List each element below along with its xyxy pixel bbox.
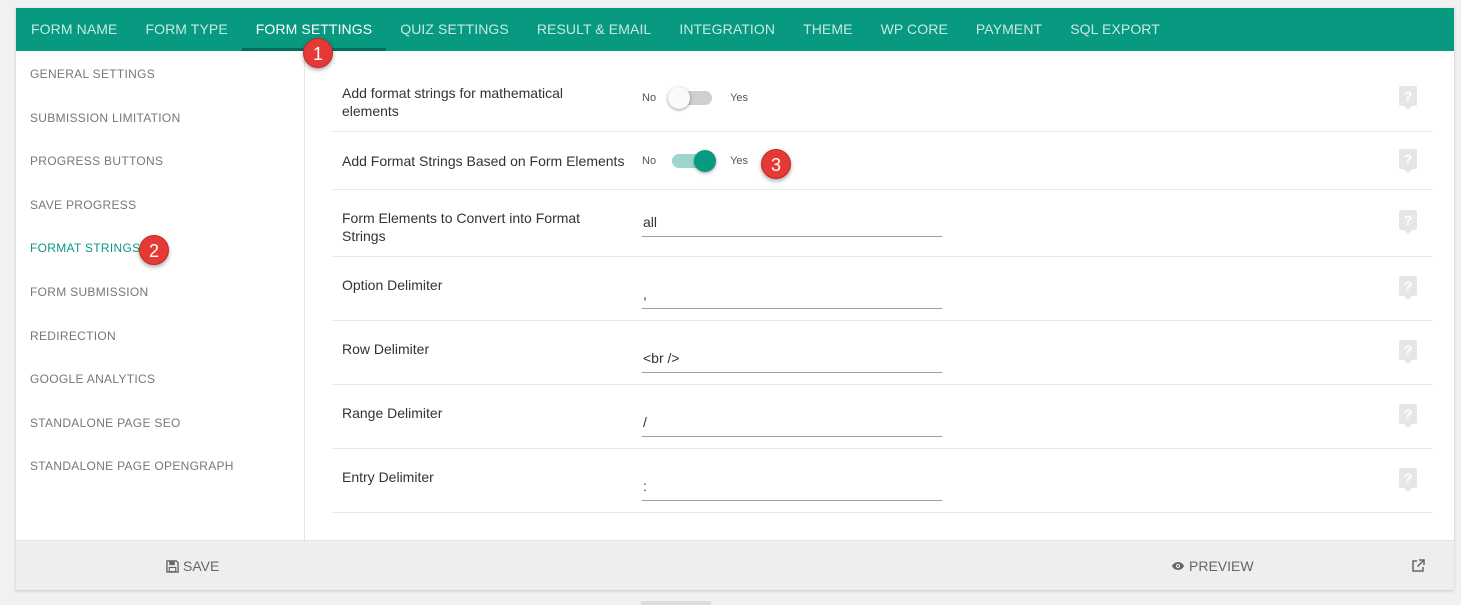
help-icon[interactable]: ? xyxy=(1399,404,1417,428)
save-icon xyxy=(166,559,179,573)
sidebar-item-progress-buttons[interactable]: PROGRESS BUTTONS xyxy=(16,138,304,182)
sidebar-item-save-progress[interactable]: SAVE PROGRESS xyxy=(16,182,304,226)
setting-label: Add Format Strings Based on Form Element… xyxy=(342,153,625,169)
entry-delimiter-input[interactable] xyxy=(642,471,942,501)
help-icon[interactable]: ? xyxy=(1399,468,1417,492)
setting-label: Form Elements to Convert into Format Str… xyxy=(342,210,581,244)
tab-theme[interactable]: THEME xyxy=(789,8,867,51)
sidebar-item-standalone-page-seo[interactable]: STANDALONE PAGE SEO xyxy=(16,400,304,444)
toggle-knob xyxy=(694,150,717,172)
tab-sql-export[interactable]: SQL EXPORT xyxy=(1056,8,1174,51)
preview-button-label: PREVIEW xyxy=(1189,558,1254,574)
toggle-yes-label: Yes xyxy=(730,92,749,104)
setting-label: Range Delimiter xyxy=(342,405,443,421)
toggle-group: No Yes xyxy=(642,150,749,172)
tab-quiz-settings[interactable]: QUIZ SETTINGS xyxy=(386,8,523,51)
sidebar-item-standalone-page-opengraph[interactable]: STANDALONE PAGE OPENGRAPH xyxy=(16,443,304,487)
setting-row-entry-delimiter: Entry Delimiter ? xyxy=(332,449,1433,513)
tab-form-type[interactable]: FORM TYPE xyxy=(131,8,241,51)
sidebar-item-redirection[interactable]: REDIRECTION xyxy=(16,313,304,357)
math-format-toggle[interactable] xyxy=(668,87,713,109)
tab-form-name[interactable]: FORM NAME xyxy=(17,8,131,51)
external-link-icon xyxy=(1411,559,1425,573)
tab-result-email[interactable]: RESULT & EMAIL xyxy=(523,8,665,51)
option-delimiter-input[interactable] xyxy=(642,279,942,309)
toggle-group: No Yes xyxy=(642,87,749,109)
help-icon[interactable]: ? xyxy=(1399,276,1417,300)
setting-label: Row Delimiter xyxy=(342,341,430,357)
tab-wp-core[interactable]: WP CORE xyxy=(867,8,962,51)
sidebar-item-google-analytics[interactable]: GOOGLE ANALYTICS xyxy=(16,356,304,400)
setting-row-math-format: Add format strings for mathematical elem… xyxy=(332,51,1433,132)
setting-label: Add format strings for mathematical elem… xyxy=(342,85,563,119)
top-tab-bar: FORM NAME FORM TYPE FORM SETTINGS QUIZ S… xyxy=(16,8,1454,51)
toggle-yes-label: Yes xyxy=(730,155,749,167)
help-icon[interactable]: ? xyxy=(1399,149,1417,173)
horizontal-scrollbar[interactable] xyxy=(641,601,711,605)
toggle-no-label: No xyxy=(642,155,657,167)
step-badge-3: 3 xyxy=(761,149,791,179)
toggle-no-label: No xyxy=(642,92,657,104)
bottom-action-bar: SAVE PREVIEW xyxy=(16,540,1454,590)
tab-payment[interactable]: PAYMENT xyxy=(962,8,1056,51)
setting-row-form-format: Add Format Strings Based on Form Element… xyxy=(332,132,1433,190)
sidebar-item-general-settings[interactable]: GENERAL SETTINGS xyxy=(16,51,304,95)
form-builder-panel: FORM NAME FORM TYPE FORM SETTINGS QUIZ S… xyxy=(16,8,1454,590)
row-delimiter-input[interactable] xyxy=(642,343,942,373)
help-icon[interactable]: ? xyxy=(1399,86,1417,110)
sidebar-item-form-submission[interactable]: FORM SUBMISSION xyxy=(16,269,304,313)
setting-row-convert-elements: Form Elements to Convert into Format Str… xyxy=(332,190,1433,257)
setting-row-row-delimiter: Row Delimiter ? xyxy=(332,321,1433,385)
form-format-toggle[interactable] xyxy=(672,150,717,172)
range-delimiter-input[interactable] xyxy=(642,407,942,437)
format-strings-settings: Add format strings for mathematical elem… xyxy=(332,51,1433,513)
toggle-knob xyxy=(668,87,691,109)
save-button[interactable]: SAVE xyxy=(166,541,219,591)
setting-label: Entry Delimiter xyxy=(342,469,434,485)
settings-sidebar: GENERAL SETTINGS SUBMISSION LIMITATION P… xyxy=(16,51,305,540)
step-badge-1: 1 xyxy=(303,38,333,68)
save-button-label: SAVE xyxy=(183,558,220,574)
convert-elements-input[interactable] xyxy=(642,207,942,237)
open-external-button[interactable] xyxy=(1411,541,1425,591)
sidebar-item-submission-limitation[interactable]: SUBMISSION LIMITATION xyxy=(16,95,304,139)
setting-label: Option Delimiter xyxy=(342,277,443,293)
step-badge-2: 2 xyxy=(139,235,169,265)
help-icon[interactable]: ? xyxy=(1399,340,1417,364)
tab-integration[interactable]: INTEGRATION xyxy=(665,8,789,51)
setting-row-range-delimiter: Range Delimiter ? xyxy=(332,385,1433,449)
eye-icon xyxy=(1171,561,1185,571)
help-icon[interactable]: ? xyxy=(1399,210,1417,234)
setting-row-option-delimiter: Option Delimiter ? xyxy=(332,257,1433,321)
preview-button[interactable]: PREVIEW xyxy=(1171,541,1254,591)
